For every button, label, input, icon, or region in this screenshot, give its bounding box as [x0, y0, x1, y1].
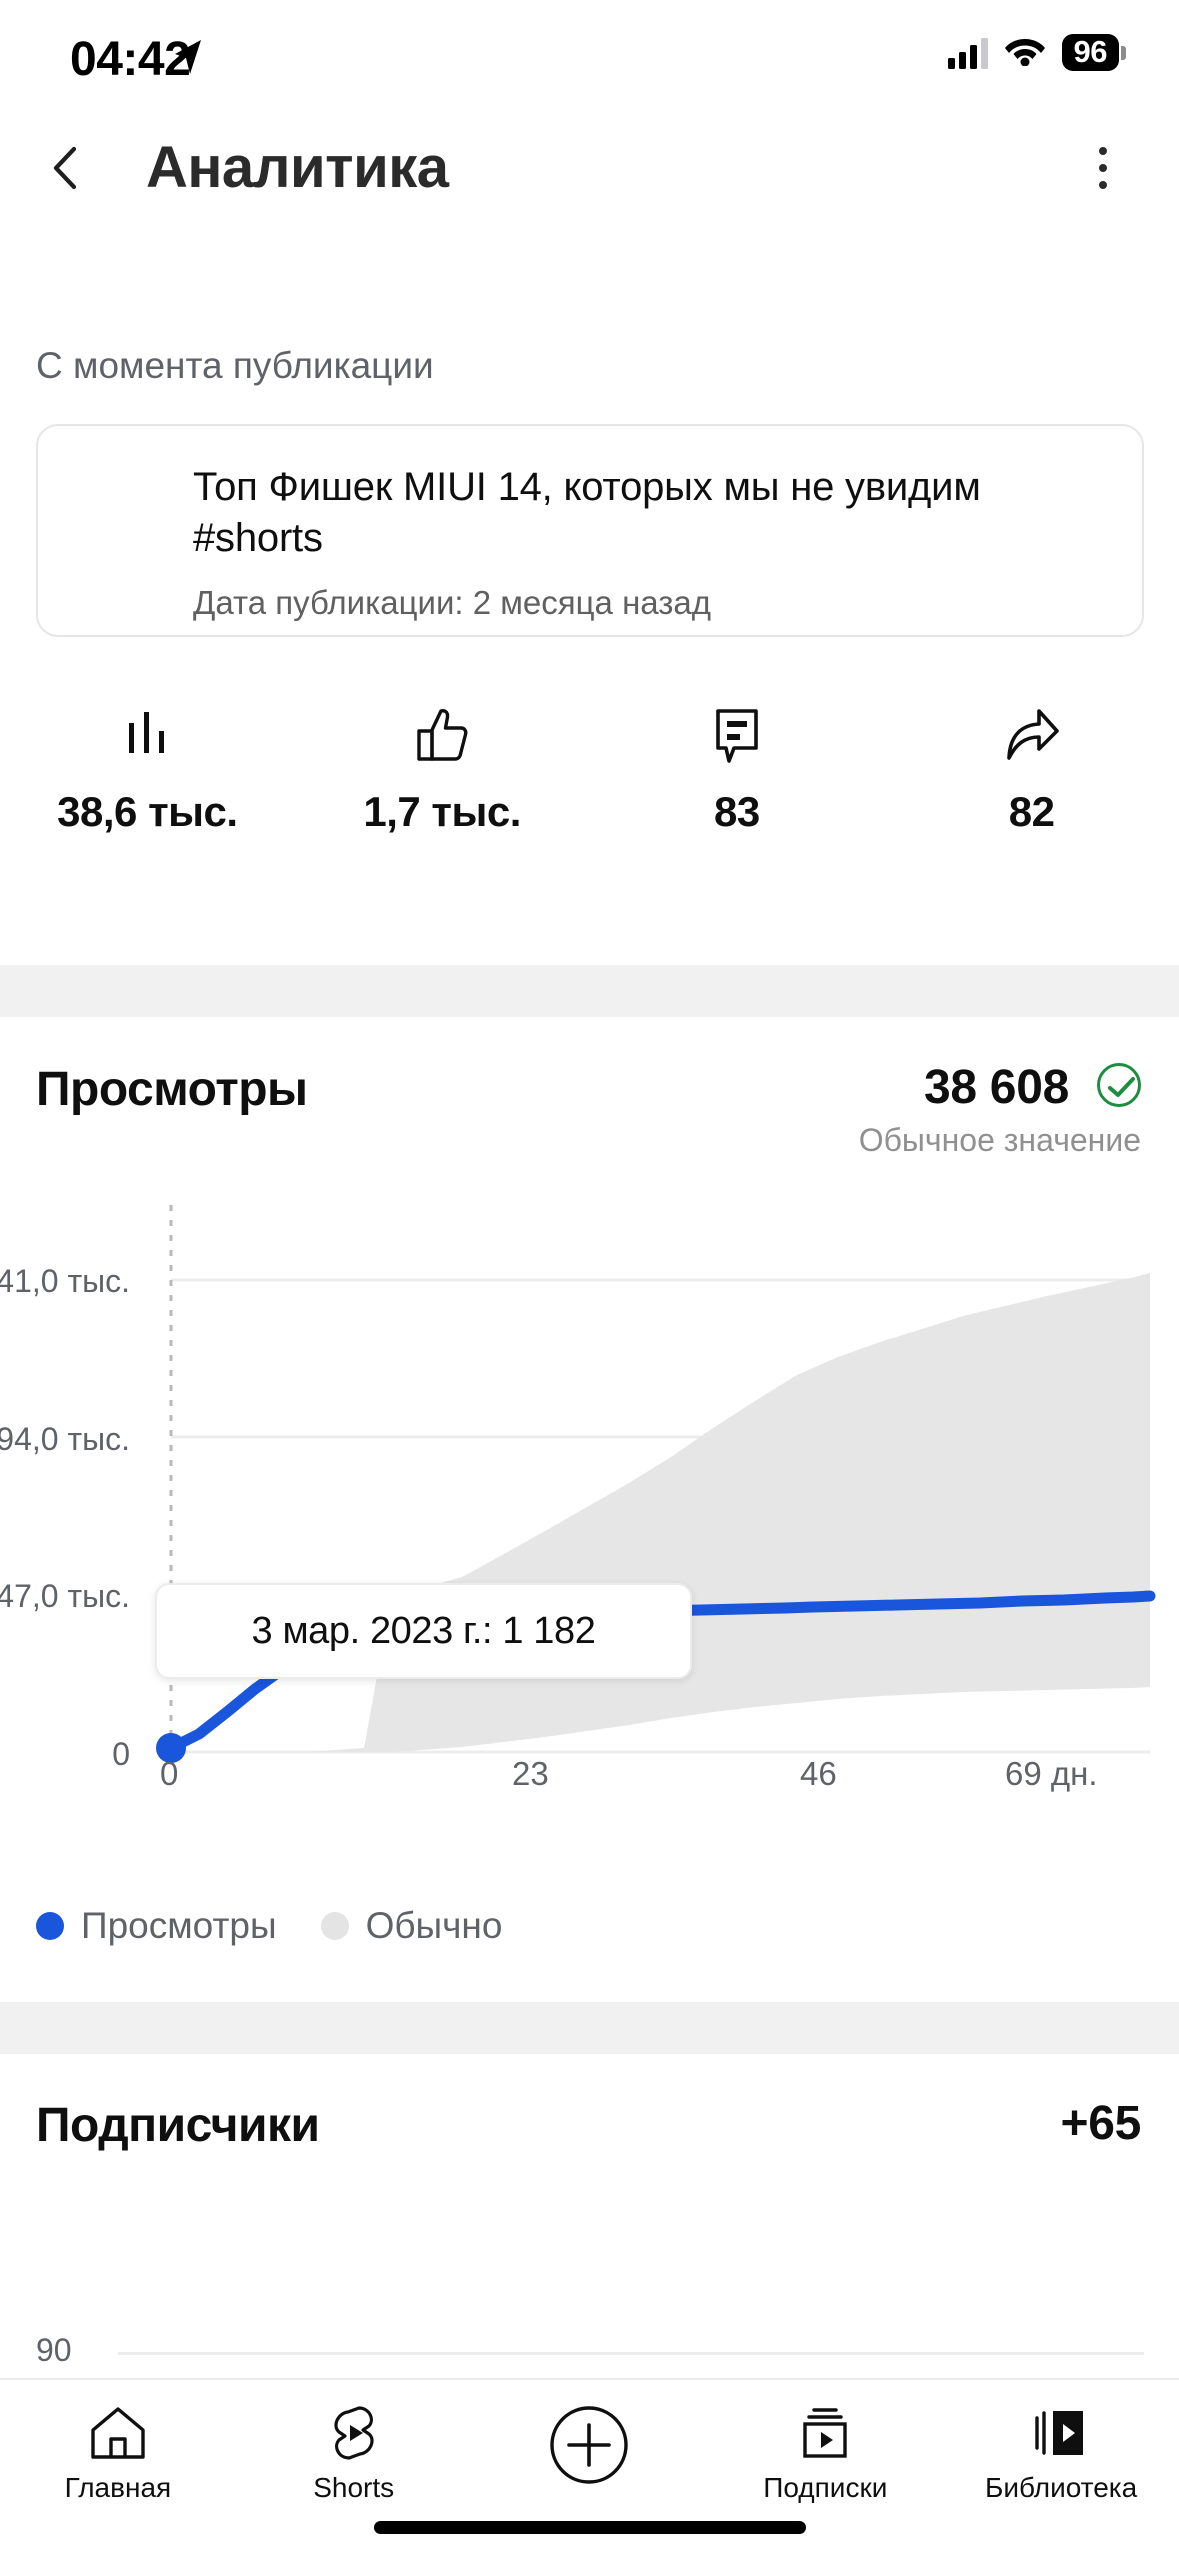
stat-likes[interactable]: 1,7 тыс.: [295, 700, 590, 890]
views-section-title: Просмотры: [36, 1063, 308, 1116]
share-icon: [999, 700, 1065, 772]
kebab-menu-icon[interactable]: [1071, 136, 1135, 200]
video-info-card[interactable]: Топ Фишек MIUI 14, которых мы не увидим …: [36, 424, 1144, 637]
stat-value: 38,6 тыс.: [57, 788, 238, 835]
subscribers-section-title: Подписчики: [36, 2099, 320, 2152]
wifi-icon: [1004, 35, 1046, 71]
subscribers-y-axis-tick: 90: [36, 2332, 72, 2368]
shorts-icon: [325, 2402, 383, 2464]
subscribers-gridline: [118, 2352, 1144, 2355]
nav-label: Подписки: [763, 2472, 888, 2503]
stat-comments[interactable]: 83: [590, 700, 885, 890]
location-arrow-icon: [170, 38, 204, 76]
nav-item-library[interactable]: Библиотека: [943, 2380, 1179, 2504]
page-title: Аналитика: [146, 135, 449, 200]
legend-swatch: [36, 1912, 64, 1940]
cellular-signal-icon: [947, 37, 988, 69]
stat-shares[interactable]: 82: [884, 700, 1179, 890]
nav-label: Главная: [64, 2472, 172, 2503]
nav-item-create[interactable]: [472, 2380, 708, 2496]
chart-canvas: [156, 1205, 1156, 1763]
chart-tooltip: 3 мар. 2023 г.: 1 182: [155, 1583, 692, 1679]
section-divider: [0, 2002, 1179, 2054]
x-axis-tick: 69 дн.: [1005, 1755, 1098, 1792]
plus-circle-icon: [548, 2402, 630, 2488]
status-bar-indicators: 96: [947, 34, 1127, 71]
status-bar: 04:42 96: [0, 0, 1179, 115]
legend-swatch: [320, 1912, 349, 1940]
legend-label: Обычно: [365, 1905, 503, 1946]
subscriptions-icon: [795, 2402, 855, 2464]
bar-chart-icon: [115, 700, 179, 772]
thumbs-up-icon: [410, 700, 474, 772]
nav-item-shorts[interactable]: Shorts: [236, 2380, 472, 2504]
library-icon: [1031, 2402, 1091, 2464]
chart-tooltip-text: 3 мар. 2023 г.: 1 182: [251, 1609, 596, 1652]
subscribers-section-value: +65: [1060, 2097, 1141, 2150]
video-publish-date: Дата публикации: 2 месяца назад: [193, 584, 712, 622]
nav-item-subscriptions[interactable]: Подписки: [707, 2380, 943, 2504]
typical-band: [171, 1273, 1150, 1752]
x-axis-tick: 0: [160, 1755, 179, 1792]
battery-indicator: 96: [1061, 34, 1127, 71]
stats-row: 38,6 тыс. 1,7 тыс. 83 82: [0, 700, 1179, 890]
app-screen: 04:42 96 Аналитика С момента публикации: [0, 0, 1179, 2556]
x-axis-tick: 23: [512, 1755, 549, 1792]
period-label: С момента публикации: [36, 345, 434, 386]
comment-icon: [706, 700, 768, 772]
legend-item-views[interactable]: Просмотры: [36, 1905, 277, 1947]
back-button[interactable]: [28, 132, 100, 204]
x-axis-tick: 46: [800, 1755, 837, 1792]
stat-value: 1,7 тыс.: [363, 788, 521, 835]
chevron-left-icon: [53, 146, 77, 190]
chart-legend: Просмотры Обычно: [36, 1905, 502, 1947]
stat-value: 82: [1008, 788, 1055, 835]
video-title: Топ Фишек MIUI 14, которых мы не увидим …: [193, 465, 981, 561]
legend-item-typical[interactable]: Обычно: [320, 1905, 503, 1947]
views-chart[interactable]: 141,0 тыс. 94,0 тыс. 47,0 тыс. 0 0 23 46…: [0, 1185, 1179, 1805]
views-section-subtitle: Обычное значение: [858, 1122, 1141, 1158]
views-section-value: 38 608: [923, 1061, 1069, 1114]
nav-label: Shorts: [313, 2472, 395, 2503]
home-indicator: [373, 2521, 806, 2534]
stat-value: 83: [714, 788, 760, 835]
home-icon: [89, 2402, 147, 2464]
section-divider: [0, 965, 1179, 1017]
nav-item-home[interactable]: Главная: [0, 2380, 236, 2504]
app-header: Аналитика: [0, 118, 1179, 218]
stat-views[interactable]: 38,6 тыс.: [0, 700, 295, 890]
check-circle-icon: [1097, 1063, 1141, 1107]
legend-label: Просмотры: [81, 1905, 277, 1946]
nav-label: Библиотека: [984, 2472, 1138, 2503]
